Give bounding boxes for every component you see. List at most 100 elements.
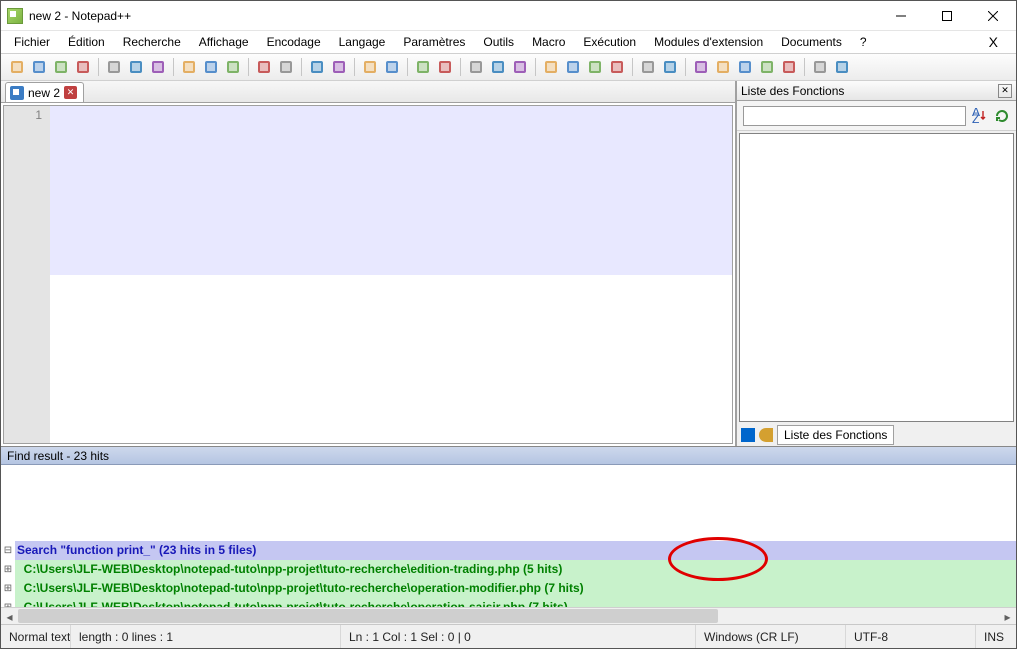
find-result-scrollbar[interactable]: ◂ ▸ — [1, 607, 1016, 624]
wrap-icon[interactable] — [466, 57, 486, 77]
play-icon[interactable] — [735, 57, 755, 77]
toolbar-separator — [173, 58, 174, 76]
function-list-title: Liste des Fonctions — [741, 84, 844, 98]
file-tab-label: new 2 — [28, 86, 60, 100]
find-result-title: Find result - 23 hits — [1, 447, 1016, 465]
main-area: new 2 ✕ 1 Liste des Fonctions ✕ AZ Liste… — [1, 81, 1016, 446]
find-icon[interactable] — [307, 57, 327, 77]
status-bar: Normal text file length : 0 lines : 1 Ln… — [1, 624, 1016, 648]
save-all-icon[interactable] — [73, 57, 93, 77]
status-insert-mode: INS — [976, 625, 1016, 648]
plugin-icon[interactable] — [832, 57, 852, 77]
spell-icon[interactable] — [810, 57, 830, 77]
indent-guide-icon[interactable] — [510, 57, 530, 77]
file-tab[interactable]: new 2 ✕ — [5, 82, 84, 102]
menu-outils[interactable]: Outils — [474, 32, 523, 52]
scroll-right-icon[interactable]: ▸ — [999, 608, 1016, 625]
menu-modules-d-extension[interactable]: Modules d'extension — [645, 32, 772, 52]
svg-text:Z: Z — [972, 112, 979, 124]
file-hit[interactable]: C:\Users\JLF-WEB\Desktop\notepad-tuto\np… — [15, 598, 1016, 607]
key-icon[interactable] — [759, 428, 773, 442]
lang-user-icon[interactable] — [541, 57, 561, 77]
undo-icon[interactable] — [254, 57, 274, 77]
find-result-line[interactable]: ⊞ C:\Users\JLF-WEB\Desktop\notepad-tuto\… — [1, 560, 1016, 579]
menu-documents[interactable]: Documents — [772, 32, 851, 52]
menu-fichier[interactable]: Fichier — [5, 32, 59, 52]
close-icon[interactable] — [104, 57, 124, 77]
function-list-close-icon[interactable]: ✕ — [998, 84, 1012, 98]
print-icon[interactable] — [148, 57, 168, 77]
redo-icon[interactable] — [276, 57, 296, 77]
refresh-icon[interactable] — [994, 108, 1010, 124]
zoom-out-icon[interactable] — [382, 57, 402, 77]
code-column — [50, 106, 732, 443]
new-file-icon[interactable] — [7, 57, 27, 77]
sync-h-icon[interactable] — [435, 57, 455, 77]
find-result-title-text: Find result - 23 hits — [7, 449, 109, 463]
copy-icon[interactable] — [201, 57, 221, 77]
tree-toggle-icon[interactable]: ⊟ — [1, 541, 15, 560]
find-result-line[interactable]: ⊞ C:\Users\JLF-WEB\Desktop\notepad-tuto\… — [1, 598, 1016, 607]
window-title: new 2 - Notepad++ — [29, 9, 878, 23]
function-list-body[interactable] — [739, 133, 1014, 422]
menu-param-tres[interactable]: Paramètres — [394, 32, 474, 52]
function-list-search-input[interactable] — [743, 106, 966, 126]
file-tab-close-icon[interactable]: ✕ — [64, 86, 77, 99]
menu--dition[interactable]: Édition — [59, 32, 114, 52]
toolbar-separator — [248, 58, 249, 76]
replace-icon[interactable] — [329, 57, 349, 77]
menu-affichage[interactable]: Affichage — [190, 32, 258, 52]
record-icon[interactable] — [691, 57, 711, 77]
close-button[interactable] — [970, 1, 1016, 31]
zoom-in-icon[interactable] — [360, 57, 380, 77]
menu-macro[interactable]: Macro — [523, 32, 574, 52]
current-line[interactable] — [50, 106, 732, 275]
scroll-left-icon[interactable]: ◂ — [1, 608, 18, 625]
line-gutter: 1 — [4, 106, 50, 443]
toolbar — [1, 53, 1016, 81]
fn-list-icon[interactable] — [607, 57, 627, 77]
puzzle-icon[interactable] — [741, 428, 755, 442]
stop-icon[interactable] — [713, 57, 733, 77]
play-multi-icon[interactable] — [757, 57, 777, 77]
code-rest[interactable] — [50, 275, 732, 444]
toolbar-separator — [301, 58, 302, 76]
menu-langage[interactable]: Langage — [330, 32, 395, 52]
folder-doc-icon[interactable] — [563, 57, 583, 77]
find-result-line[interactable]: ⊞ C:\Users\JLF-WEB\Desktop\notepad-tuto\… — [1, 579, 1016, 598]
menu-ex-cution[interactable]: Exécution — [574, 32, 645, 52]
all-chars-icon[interactable] — [488, 57, 508, 77]
tree-toggle-icon[interactable]: ⊞ — [1, 598, 15, 607]
menu-overflow[interactable]: X — [975, 31, 1012, 53]
menu--[interactable]: ? — [851, 32, 876, 52]
find-result-body[interactable]: ⊟Search "function print_" (23 hits in 5 … — [1, 465, 1016, 607]
search-header[interactable]: Search "function print_" (23 hits in 5 f… — [15, 541, 1016, 560]
monitor-icon[interactable] — [660, 57, 680, 77]
menu-encodage[interactable]: Encodage — [258, 32, 330, 52]
toolbar-separator — [354, 58, 355, 76]
tree-toggle-icon[interactable]: ⊞ — [1, 579, 15, 598]
save-icon[interactable] — [51, 57, 71, 77]
editor-body[interactable]: 1 — [3, 105, 733, 444]
minimize-button[interactable] — [878, 1, 924, 31]
scroll-thumb[interactable] — [18, 609, 718, 623]
file-hit[interactable]: C:\Users\JLF-WEB\Desktop\notepad-tuto\np… — [15, 560, 1016, 579]
tree-toggle-icon[interactable]: ⊞ — [1, 560, 15, 579]
save-macro-icon[interactable] — [779, 57, 799, 77]
editor-pane: new 2 ✕ 1 — [1, 81, 736, 446]
open-file-icon[interactable] — [29, 57, 49, 77]
app-icon — [7, 8, 23, 24]
close-all-icon[interactable] — [126, 57, 146, 77]
menu-recherche[interactable]: Recherche — [114, 32, 190, 52]
function-list-tab[interactable]: Liste des Fonctions — [777, 425, 894, 445]
doc-map-icon[interactable] — [585, 57, 605, 77]
tab-bar: new 2 ✕ — [1, 81, 735, 103]
maximize-button[interactable] — [924, 1, 970, 31]
sort-icon[interactable]: AZ — [972, 108, 988, 124]
folder-icon[interactable] — [638, 57, 658, 77]
find-result-line[interactable]: ⊟Search "function print_" (23 hits in 5 … — [1, 541, 1016, 560]
paste-icon[interactable] — [223, 57, 243, 77]
file-hit[interactable]: C:\Users\JLF-WEB\Desktop\notepad-tuto\np… — [15, 579, 1016, 598]
sync-v-icon[interactable] — [413, 57, 433, 77]
cut-icon[interactable] — [179, 57, 199, 77]
